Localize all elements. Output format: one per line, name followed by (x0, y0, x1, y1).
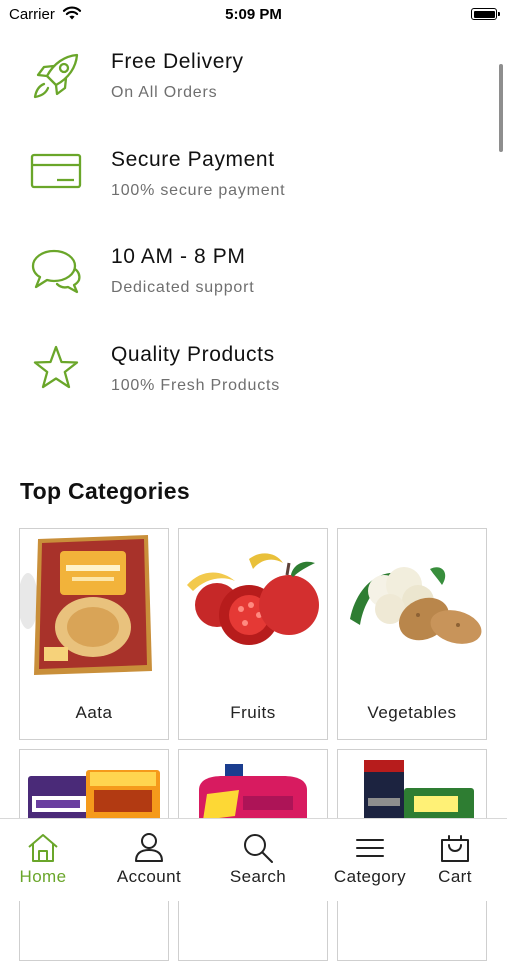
rocket-icon (33, 53, 79, 99)
nav-cart[interactable]: Cart (415, 819, 495, 901)
category-card-aata[interactable]: Aata (19, 528, 169, 740)
feature-subtitle: 100% secure payment (111, 182, 286, 199)
feature-subtitle: Dedicated support (111, 279, 255, 296)
bottom-navigation: Home Account Search Category Cart (0, 818, 507, 901)
status-time: 5:09 PM (225, 6, 282, 23)
status-bar: Carrier 5:09 PM (0, 0, 507, 30)
fruits-product-image (187, 553, 319, 645)
nav-label: Category (333, 867, 407, 886)
star-icon (33, 345, 79, 389)
feature-title: Quality Products (111, 343, 275, 366)
feature-support-hours: 10 AM - 8 PM Dedicated support (0, 245, 500, 325)
nav-label: Account (116, 867, 182, 886)
vegetables-product-image (350, 567, 482, 644)
home-icon (28, 834, 58, 862)
category-name: Aata (75, 703, 113, 722)
feature-free-delivery: Free Delivery On All Orders (0, 50, 500, 130)
category-name: Fruits (230, 703, 276, 722)
feature-title: 10 AM - 8 PM (111, 245, 246, 268)
feature-secure-payment: Secure Payment 100% secure payment (0, 148, 500, 228)
nav-label: Cart (438, 867, 472, 886)
feature-subtitle: On All Orders (111, 84, 218, 101)
aata-product-image (20, 535, 168, 689)
user-icon (135, 833, 163, 862)
feature-title: Free Delivery (111, 50, 244, 73)
menu-icon (356, 839, 384, 857)
nav-label: Search (229, 867, 287, 886)
top-categories-heading: Top Categories (20, 478, 190, 504)
nav-label: Home (19, 867, 67, 886)
search-icon (244, 834, 273, 863)
nav-search[interactable]: Search (213, 819, 303, 901)
category-card-vegetables[interactable]: Vegetables (337, 528, 487, 740)
category-name: Vegetables (367, 703, 457, 722)
shopping-bag-icon (441, 835, 469, 862)
nav-account[interactable]: Account (104, 819, 194, 901)
nav-category[interactable]: Category (325, 819, 415, 901)
feature-title: Secure Payment (111, 148, 275, 171)
credit-card-icon (30, 153, 82, 189)
nav-home[interactable]: Home (0, 819, 88, 901)
feature-subtitle: 100% Fresh Products (111, 377, 281, 394)
battery-icon (471, 8, 500, 20)
feature-quality-products: Quality Products 100% Fresh Products (0, 343, 500, 423)
chat-bubbles-icon (31, 249, 81, 294)
category-card-fruits[interactable]: Fruits (178, 528, 328, 740)
